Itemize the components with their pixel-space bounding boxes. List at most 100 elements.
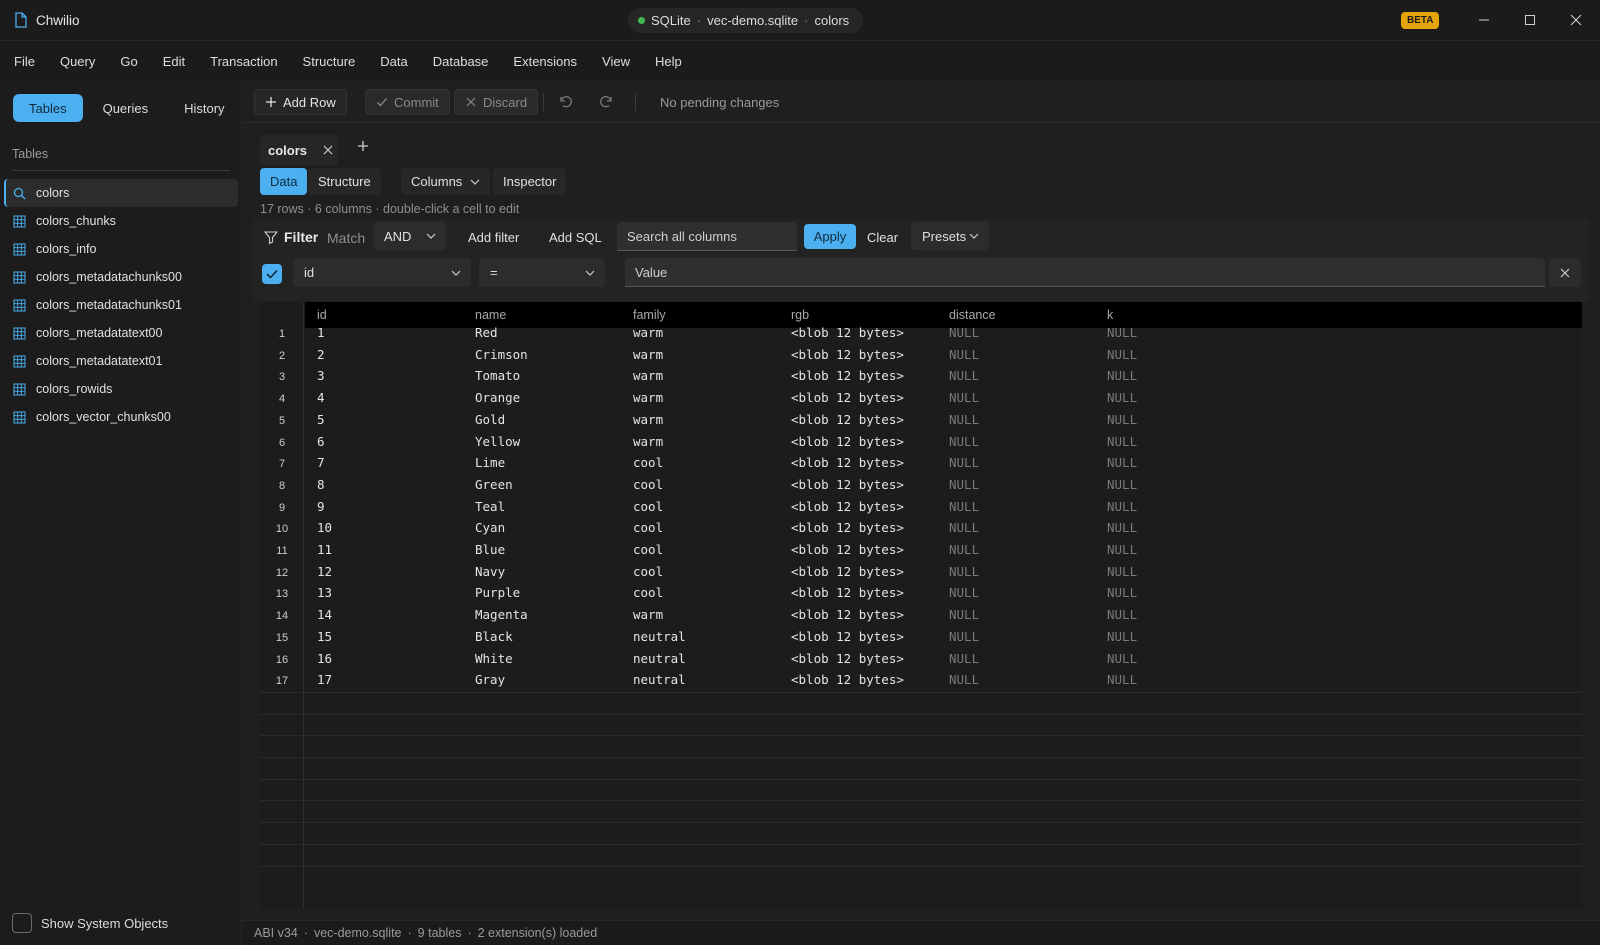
table-row[interactable]: 12 12 Navy cool <blob 12 bytes> NULL NULL (260, 561, 1582, 583)
cell-rgb[interactable]: <blob 12 bytes> (791, 629, 904, 644)
table-row[interactable]: 5 5 Gold warm <blob 12 bytes> NULL NULL (260, 409, 1582, 431)
cell-distance[interactable]: NULL (949, 434, 979, 449)
close-tab-icon[interactable] (323, 145, 333, 155)
cell-k[interactable]: NULL (1107, 368, 1137, 383)
view-structure-button[interactable]: Structure (308, 168, 381, 195)
cell-distance[interactable]: NULL (949, 564, 979, 579)
cell-family[interactable]: cool (633, 499, 663, 514)
cell-family[interactable]: warm (633, 390, 663, 405)
cell-k[interactable]: NULL (1107, 542, 1137, 557)
cell-family[interactable]: neutral (633, 672, 686, 687)
cell-id[interactable]: 4 (317, 390, 325, 405)
cell-distance[interactable]: NULL (949, 412, 979, 427)
presets-dropdown[interactable]: Presets (911, 222, 989, 250)
column-header-id[interactable]: id (317, 308, 327, 322)
close-window-button[interactable] (1565, 9, 1587, 31)
search-all-columns-input[interactable]: Search all columns (617, 222, 797, 251)
menu-go[interactable]: Go (120, 54, 137, 69)
cell-name[interactable]: Green (475, 477, 513, 492)
cell-name[interactable]: Cyan (475, 520, 505, 535)
cell-k[interactable]: NULL (1107, 564, 1137, 579)
cell-family[interactable]: warm (633, 607, 663, 622)
sidebar-item-colors-metadatachunks00[interactable]: colors_metadatachunks00 (4, 263, 238, 291)
maximize-button[interactable] (1519, 9, 1541, 31)
cell-distance[interactable]: NULL (949, 520, 979, 535)
add-row-button[interactable]: Add Row (254, 89, 347, 115)
tab-tables[interactable]: Tables (13, 94, 83, 122)
columns-dropdown[interactable]: Columns (401, 168, 491, 195)
cell-id[interactable]: 10 (317, 520, 332, 535)
cell-rgb[interactable]: <blob 12 bytes> (791, 477, 904, 492)
sidebar-item-colors-rowids[interactable]: colors_rowids (4, 375, 238, 403)
cell-distance[interactable]: NULL (949, 347, 979, 362)
cell-family[interactable]: warm (633, 412, 663, 427)
cell-family[interactable]: neutral (633, 629, 686, 644)
minimize-button[interactable] (1473, 9, 1495, 31)
cell-distance[interactable]: NULL (949, 455, 979, 470)
cell-k[interactable]: NULL (1107, 520, 1137, 535)
sidebar-item-colors-metadatachunks01[interactable]: colors_metadatachunks01 (4, 291, 238, 319)
view-data-button[interactable]: Data (260, 168, 308, 195)
column-header-k[interactable]: k (1107, 308, 1113, 322)
cell-rgb[interactable]: <blob 12 bytes> (791, 412, 904, 427)
cell-id[interactable]: 17 (317, 672, 332, 687)
cell-family[interactable]: cool (633, 542, 663, 557)
menu-file[interactable]: File (14, 54, 35, 69)
cell-id[interactable]: 9 (317, 499, 325, 514)
cell-name[interactable]: Gray (475, 672, 505, 687)
filter-enabled-checkbox[interactable] (262, 264, 282, 284)
cell-name[interactable]: White (475, 651, 513, 666)
cell-id[interactable]: 2 (317, 347, 325, 362)
cell-id[interactable]: 15 (317, 629, 332, 644)
table-row[interactable]: 13 13 Purple cool <blob 12 bytes> NULL NULL (260, 582, 1582, 604)
tab-history[interactable]: History (168, 94, 240, 122)
cell-k[interactable]: NULL (1107, 651, 1137, 666)
cell-rgb[interactable]: <blob 12 bytes> (791, 564, 904, 579)
table-row[interactable]: 17 17 Gray neutral <blob 12 bytes> NULL NULL (260, 669, 1582, 691)
table-row[interactable]: 7 7 Lime cool <blob 12 bytes> NULL NULL (260, 452, 1582, 474)
sidebar-item-colors-metadatatext01[interactable]: colors_metadatatext01 (4, 347, 238, 375)
menu-extensions[interactable]: Extensions (513, 54, 577, 69)
cell-distance[interactable]: NULL (949, 672, 979, 687)
inspector-button[interactable]: Inspector (493, 168, 567, 195)
discard-button[interactable]: Discard (454, 89, 539, 115)
cell-id[interactable]: 7 (317, 455, 325, 470)
cell-id[interactable]: 1 (317, 325, 325, 340)
tab-queries[interactable]: Queries (87, 94, 165, 122)
cell-id[interactable]: 13 (317, 585, 332, 600)
menu-query[interactable]: Query (60, 54, 95, 69)
cell-rgb[interactable]: <blob 12 bytes> (791, 325, 904, 340)
cell-name[interactable]: Black (475, 629, 513, 644)
cell-k[interactable]: NULL (1107, 607, 1137, 622)
cell-rgb[interactable]: <blob 12 bytes> (791, 368, 904, 383)
cell-name[interactable]: Crimson (475, 347, 528, 362)
column-header-distance[interactable]: distance (949, 308, 996, 322)
commit-button[interactable]: Commit (365, 89, 450, 115)
cell-family[interactable]: cool (633, 477, 663, 492)
add-filter-button[interactable]: Add filter (468, 230, 519, 245)
apply-button[interactable]: Apply (804, 224, 856, 249)
cell-id[interactable]: 5 (317, 412, 325, 427)
remove-filter-button[interactable] (1549, 258, 1581, 287)
column-header-name[interactable]: name (475, 308, 506, 322)
cell-id[interactable]: 8 (317, 477, 325, 492)
redo-icon[interactable] (599, 93, 615, 109)
clear-button[interactable]: Clear (867, 230, 898, 245)
cell-rgb[interactable]: <blob 12 bytes> (791, 672, 904, 687)
cell-distance[interactable]: NULL (949, 477, 979, 492)
cell-id[interactable]: 3 (317, 368, 325, 383)
menu-database[interactable]: Database (433, 54, 489, 69)
cell-name[interactable]: Red (475, 325, 498, 340)
sidebar-item-colors-vector-chunks00[interactable]: colors_vector_chunks00 (4, 403, 238, 431)
cell-distance[interactable]: NULL (949, 629, 979, 644)
cell-distance[interactable]: NULL (949, 585, 979, 600)
cell-family[interactable]: warm (633, 325, 663, 340)
table-row[interactable]: 10 10 Cyan cool <blob 12 bytes> NULL NULL (260, 517, 1582, 539)
tab-colors[interactable]: colors (260, 135, 338, 165)
menu-help[interactable]: Help (655, 54, 682, 69)
new-tab-plus-icon[interactable] (357, 140, 369, 152)
cell-rgb[interactable]: <blob 12 bytes> (791, 542, 904, 557)
cell-id[interactable]: 6 (317, 434, 325, 449)
cell-k[interactable]: NULL (1107, 434, 1137, 449)
table-row[interactable]: 8 8 Green cool <blob 12 bytes> NULL NULL (260, 474, 1582, 496)
